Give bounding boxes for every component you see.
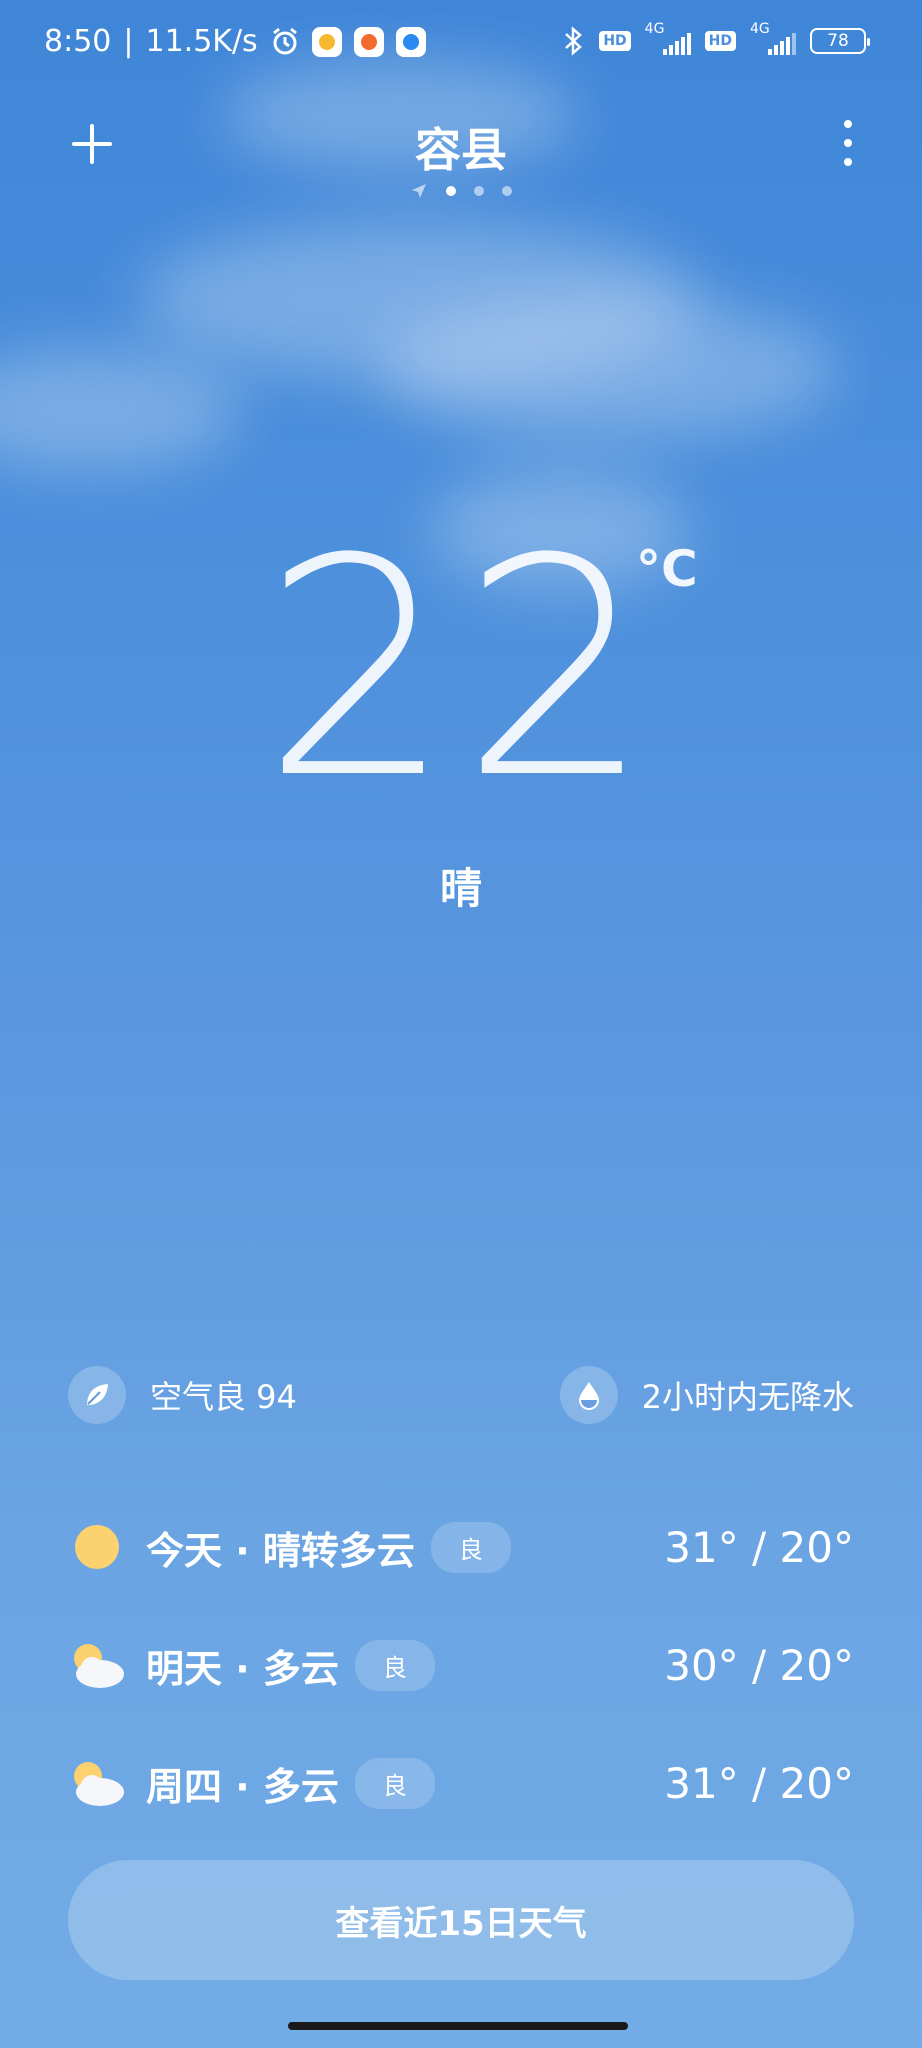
signal-icon: 4G bbox=[645, 21, 691, 55]
home-indicator[interactable] bbox=[288, 2022, 628, 2030]
location-arrow-icon bbox=[412, 184, 426, 198]
separator: | bbox=[123, 24, 134, 59]
aqi-badge: 良 bbox=[354, 1639, 435, 1691]
partly-cloudy-icon bbox=[74, 1762, 124, 1806]
alarm-icon bbox=[272, 27, 297, 54]
forecast-temps: 31° / 20° bbox=[664, 1758, 854, 1808]
view-15-day-button[interactable]: 查看近15日天气 bbox=[68, 1860, 854, 1980]
network-speed: 11.5K/s bbox=[145, 24, 258, 59]
water-drop-icon bbox=[559, 1366, 618, 1424]
page-dot[interactable] bbox=[474, 186, 484, 196]
leaf-icon bbox=[68, 1366, 126, 1424]
aqi-badge: 良 bbox=[430, 1521, 511, 1573]
battery-icon: 78 bbox=[810, 28, 870, 54]
forecast-label: 今天 · 晴转多云 bbox=[146, 1528, 415, 1573]
forecast-row-today[interactable]: 今天 · 晴转多云 良 31° / 20° bbox=[68, 1488, 854, 1606]
page-dot[interactable] bbox=[502, 186, 512, 196]
forecast-row-tomorrow[interactable]: 明天 · 多云 良 30° / 20° bbox=[68, 1606, 854, 1724]
air-quality-label: 空气良 94 bbox=[150, 1378, 297, 1416]
app-notification-icon bbox=[311, 26, 342, 57]
current-temperature: 22 bbox=[262, 495, 660, 844]
forecast-label: 周四 · 多云 bbox=[146, 1764, 339, 1809]
temperature-unit: °C bbox=[636, 540, 698, 598]
status-bar: 8:50 | 11.5K/s HD 4G HD 4G 78 bbox=[0, 0, 922, 90]
app-notification-icon bbox=[353, 26, 384, 57]
precipitation-label: 2小时内无降水 bbox=[641, 1378, 854, 1416]
hd-icon: HD bbox=[704, 31, 736, 51]
city-name: 容县 bbox=[415, 123, 507, 177]
header: 容县 bbox=[0, 100, 922, 210]
info-row: 空气良 94 2小时内无降水 bbox=[68, 1365, 854, 1425]
partly-cloudy-icon bbox=[74, 1644, 124, 1688]
hd-icon: HD bbox=[599, 31, 631, 51]
signal-icon: 4G bbox=[750, 21, 796, 55]
air-quality[interactable]: 空气良 94 bbox=[68, 1366, 297, 1424]
current-condition: 晴 bbox=[439, 864, 482, 913]
city-pager[interactable] bbox=[0, 182, 922, 200]
forecast-row-thursday[interactable]: 周四 · 多云 良 31° / 20° bbox=[68, 1724, 854, 1842]
page-dot[interactable] bbox=[446, 186, 456, 196]
precipitation[interactable]: 2小时内无降水 bbox=[559, 1366, 854, 1424]
forecast-temps: 31° / 20° bbox=[664, 1522, 854, 1572]
app-notification-icon bbox=[395, 26, 426, 57]
view-15-day-label: 查看近15日天气 bbox=[335, 1903, 587, 1944]
forecast-list: 今天 · 晴转多云 良 31° / 20° 明天 · 多云 良 30° / 20… bbox=[68, 1488, 854, 1842]
more-menu-button[interactable] bbox=[840, 120, 856, 166]
sun-icon bbox=[75, 1525, 119, 1569]
forecast-temps: 30° / 20° bbox=[664, 1640, 854, 1690]
aqi-badge: 良 bbox=[354, 1757, 435, 1809]
clock: 8:50 bbox=[44, 24, 112, 59]
bluetooth-icon bbox=[565, 26, 583, 56]
forecast-label: 明天 · 多云 bbox=[146, 1646, 339, 1691]
